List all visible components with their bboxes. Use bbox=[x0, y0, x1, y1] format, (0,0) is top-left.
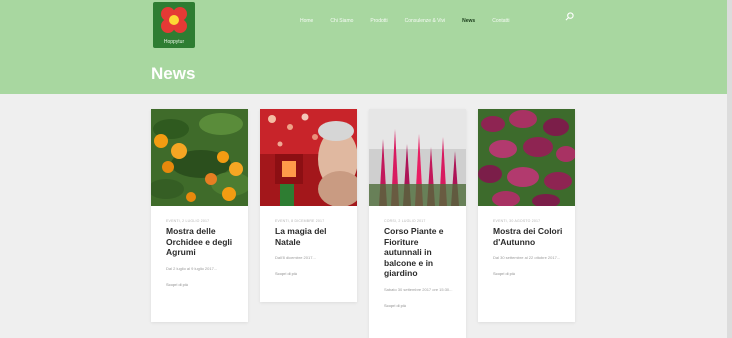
scrollbar[interactable] bbox=[727, 0, 732, 338]
card-title[interactable]: Mostra delle Orchidee e degli Agrumi bbox=[166, 226, 238, 258]
page-title: News bbox=[151, 64, 196, 83]
card-image-citrus[interactable] bbox=[151, 109, 248, 206]
card-image-christmas[interactable] bbox=[260, 109, 357, 206]
nav-chi-siamo[interactable]: Chi Siamo bbox=[330, 18, 353, 24]
read-more-link[interactable]: Scopri di più bbox=[493, 271, 565, 276]
card-meta: EVENTI, 2 LUGLIO 2017 bbox=[166, 219, 210, 223]
card-title[interactable]: Mostra dei Colori d'Autunno bbox=[493, 226, 565, 247]
card-image-heather[interactable] bbox=[369, 109, 466, 206]
nav-home[interactable]: Home bbox=[300, 18, 313, 24]
site-logo[interactable]: Hoppytur bbox=[153, 2, 195, 48]
card-excerpt: Dall'8 dicembre 2017... bbox=[275, 255, 316, 260]
read-more-link[interactable]: Scopri di più bbox=[384, 303, 456, 308]
christmas-image bbox=[260, 109, 357, 206]
search-icon[interactable] bbox=[565, 12, 574, 21]
flower-icon bbox=[161, 7, 187, 33]
news-card[interactable]: EVENTI, 2 LUGLIO 2017 Mostra delle Orchi… bbox=[151, 109, 248, 322]
site-header: Hoppytur Home Chi Siamo Prodotti Consule… bbox=[0, 0, 727, 94]
nav-news[interactable]: News bbox=[462, 18, 475, 24]
nav-contatti[interactable]: Contatti bbox=[492, 18, 509, 24]
card-meta: EVENTI, 30 AGOSTO 2017 bbox=[493, 219, 541, 223]
card-meta: CORSI, 2 LUGLIO 2017 bbox=[384, 219, 426, 223]
card-meta: EVENTI, 8 DICEMBRE 2017 bbox=[275, 219, 325, 223]
autumn-leaves-image bbox=[478, 109, 575, 206]
main-nav: Home Chi Siamo Prodotti Consulenze & Viv… bbox=[300, 14, 526, 28]
citrus-image bbox=[151, 109, 248, 206]
card-excerpt: Dal 2 luglio al 9 luglio 2017... bbox=[166, 265, 218, 271]
nav-prodotti[interactable]: Prodotti bbox=[370, 18, 387, 24]
read-more-link[interactable]: Scopri di più bbox=[275, 271, 347, 276]
news-card[interactable]: CORSI, 2 LUGLIO 2017 Corso Piante e Fior… bbox=[369, 109, 466, 338]
news-card[interactable]: EVENTI, 30 AGOSTO 2017 Mostra dei Colori… bbox=[478, 109, 575, 322]
heather-image bbox=[369, 109, 466, 206]
news-card[interactable]: EVENTI, 8 DICEMBRE 2017 La magia del Nat… bbox=[260, 109, 357, 302]
card-excerpt: Sabato 30 settembre 2017 ore 15:30... bbox=[384, 286, 453, 292]
card-title[interactable]: Corso Piante e Fioriture autunnali in ba… bbox=[384, 226, 456, 279]
card-title[interactable]: La magia del Natale bbox=[275, 226, 347, 247]
card-image-autumn[interactable] bbox=[478, 109, 575, 206]
card-excerpt: Dal 30 settembre al 22 ottobre 2017... bbox=[493, 255, 561, 260]
read-more-link[interactable]: Scopri di più bbox=[166, 282, 238, 287]
logo-text: Hoppytur bbox=[163, 39, 185, 45]
nav-consulenze[interactable]: Consulenze & Vivi bbox=[405, 18, 446, 24]
